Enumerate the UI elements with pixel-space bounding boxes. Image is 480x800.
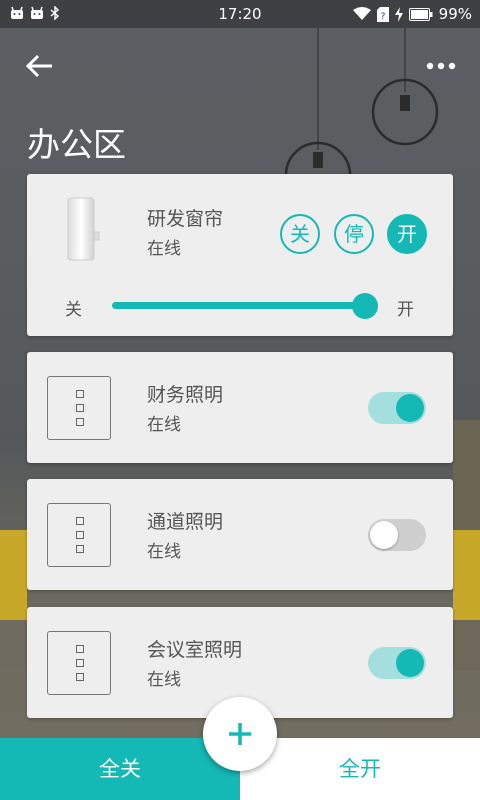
curtain-device-icon (67, 197, 100, 261)
slider-handle[interactable] (352, 293, 378, 319)
more-options-icon[interactable] (426, 56, 456, 76)
device-card-curtain[interactable]: 研发窗帘 在线 关 停 开 关 开 (27, 174, 453, 336)
battery-percent: 99% (438, 5, 472, 23)
device-name: 研发窗帘 (147, 208, 224, 230)
svg-text:?: ? (380, 12, 385, 22)
device-card-light[interactable]: 财务照明 在线 (27, 352, 453, 463)
device-card-light[interactable]: 通道照明 在线 (27, 479, 453, 590)
no-sim-icon: ? (376, 6, 389, 22)
device-name: 会议室照明 (147, 639, 243, 661)
device-status: 在线 (147, 239, 181, 259)
light-toggle[interactable] (368, 519, 426, 551)
device-status: 在线 (147, 542, 181, 562)
plus-icon (229, 723, 251, 745)
light-toggle[interactable] (368, 647, 426, 679)
charging-icon (394, 6, 403, 22)
toggle-knob (396, 649, 424, 677)
toggle-knob (370, 521, 398, 549)
curtain-stop-button[interactable]: 停 (334, 214, 374, 254)
device-name: 财务照明 (147, 384, 224, 406)
add-button[interactable] (203, 697, 277, 771)
back-arrow-icon[interactable] (24, 50, 56, 82)
device-status: 在线 (147, 670, 181, 690)
wall-switch-icon (47, 503, 111, 567)
device-status: 在线 (147, 415, 181, 435)
device-name: 通道照明 (147, 511, 224, 533)
curtain-close-button[interactable]: 关 (280, 214, 320, 254)
curtain-position-slider[interactable] (112, 302, 367, 309)
battery-icon (408, 7, 433, 21)
wifi-icon (352, 7, 371, 20)
curtain-open-button[interactable]: 开 (387, 214, 427, 254)
wall-switch-icon (47, 631, 111, 695)
wall-switch-icon (47, 376, 111, 440)
slider-max-label: 开 (397, 300, 414, 320)
toggle-knob (396, 394, 424, 422)
page-title: 办公区 (27, 125, 126, 164)
light-toggle[interactable] (368, 392, 426, 424)
status-bar: 17:20 ? 99% (0, 0, 480, 28)
slider-min-label: 关 (65, 300, 82, 320)
